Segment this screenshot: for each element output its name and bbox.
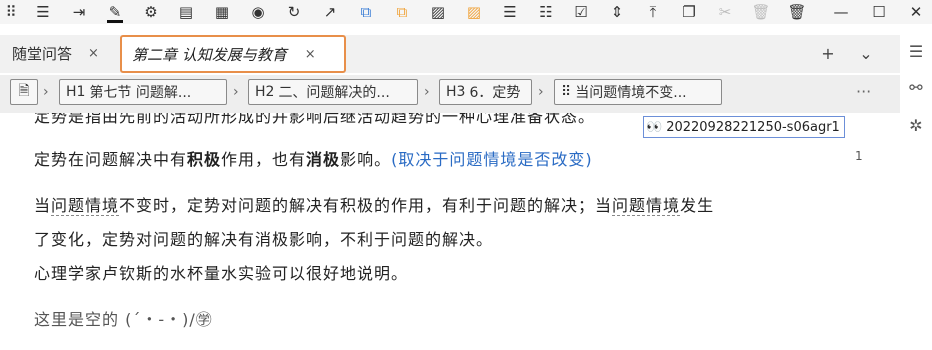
text: 定势在问题解决中有 (34, 150, 188, 169)
breadcrumb-text: 第七节 问题解... (89, 85, 192, 101)
tab-close-icon[interactable]: × (305, 47, 316, 62)
breadcrumb: 🗎 › H1 第七节 问题解... › H2 二、问题解决的... › H3 6… (0, 75, 900, 113)
text: 作用，也有 (221, 150, 307, 169)
breadcrumb-h3[interactable]: H3 6．定势 (439, 79, 532, 105)
tab-label: 第二章 认知发展与教育 (132, 45, 287, 64)
note-text: (取决于问题情境是否改变) (391, 150, 593, 169)
ref-count[interactable]: 1 (855, 149, 863, 163)
breadcrumb-h2[interactable]: H2 二、问题解决的... (248, 79, 418, 105)
tab-dropdown-icon[interactable]: ⌄ (854, 39, 878, 67)
text: 发生 (680, 196, 715, 215)
editor-content: 定势是指由先前的活动所形成的并影响后继活动趋势的一种心理准备状态。 👀 2022… (0, 113, 900, 350)
more-icon[interactable]: ··· (856, 82, 871, 101)
add-tab-button[interactable]: + (816, 39, 840, 67)
link-blue-icon[interactable]: ⧉ (355, 1, 377, 23)
external-link-icon[interactable]: ↗ (319, 1, 341, 23)
bold-text: 消极 (306, 150, 341, 169)
tab-random-qa[interactable]: 随堂问答 × (0, 35, 118, 71)
maximize-icon[interactable]: ☐ (868, 1, 890, 23)
right-dock: ☰ ⚯ ✲ (900, 35, 932, 350)
calendar-icon[interactable]: ▦ (211, 1, 233, 23)
document-icon[interactable]: 🗎 (10, 79, 38, 105)
breadcrumb-block[interactable]: ⠿ 当问题情境不变... (554, 79, 722, 105)
chevron-right-icon: › (424, 84, 430, 100)
minimize-icon[interactable]: — (830, 1, 852, 23)
breadcrumb-text: 当问题情境不变... (575, 85, 687, 101)
global-graph-icon[interactable]: ✲ (906, 115, 926, 135)
bullet-list-icon[interactable]: ☰ (499, 1, 521, 23)
text: 不变时，定势对问题的解决有积极的作用，有利于问题的解决；当 (119, 196, 613, 215)
cut-icon: ✂ (718, 2, 732, 21)
paragraph-2[interactable]: 当问题情境不变时，定势对问题的解决有积极的作用，有利于问题的解决；当问题情境发生 (34, 192, 714, 216)
outline-icon[interactable]: ☰ (906, 41, 926, 61)
align-center-icon[interactable]: ⇕ (606, 1, 628, 23)
top-toolbar: ⠿ ☰ ⇥ ✎ ⚙ ▤ ▦ ◉ ↻ ↗ ⧉ ⧉ ▨ ▨ ☰ ☷ ☑ ⇕ ⤒ ❐ … (0, 0, 932, 24)
tab-label: 随堂问答 (12, 44, 73, 63)
checklist-icon[interactable]: ☷ (535, 1, 557, 23)
breadcrumb-text: 二、问题解决的... (278, 85, 390, 101)
tab-chapter-two[interactable]: 第二章 认知发展与教育 × (120, 35, 346, 73)
indent-icon[interactable]: ⇥ (68, 1, 90, 23)
tab-bar: 随堂问答 × 第二章 认知发展与教育 × + ⌄ (0, 35, 900, 73)
grid-icon[interactable]: ⠿ (0, 1, 22, 23)
tab-close-icon[interactable]: × (88, 46, 99, 61)
bold-text: 积极 (187, 150, 222, 169)
refresh-icon[interactable]: ↻ (283, 1, 305, 23)
term-text: 问题情境 (612, 196, 681, 216)
copy-icon[interactable]: ❐ (678, 1, 700, 23)
chevron-right-icon: › (233, 84, 239, 100)
image-icon[interactable]: ▨ (427, 1, 449, 23)
paragraph-1[interactable]: 定势在问题解决中有积极作用，也有消极影响。(取决于问题情境是否改变) (34, 146, 593, 170)
close-icon[interactable]: ✕ (905, 1, 927, 23)
cut-off-line: 定势是指由先前的活动所形成的并影响后继活动趋势的一种心理准备状态。 (34, 113, 596, 126)
breadcrumb-h1[interactable]: H1 第七节 问题解... (59, 79, 227, 105)
heading-level: H2 (255, 84, 275, 100)
term-text: 问题情境 (51, 196, 120, 216)
heading-level: H3 (446, 84, 466, 100)
graph-icon[interactable]: ⚯ (906, 77, 926, 97)
checkbox-icon[interactable]: ☑ (570, 1, 592, 23)
breadcrumb-text: 6．定势 (469, 85, 521, 101)
chevron-right-icon: › (538, 84, 544, 100)
eyes-icon: 👀 (646, 119, 663, 135)
block-ref-tag[interactable]: 👀 20220928221250-s06agr1 (643, 116, 845, 138)
link-orange-icon[interactable]: ⧉ (391, 1, 413, 23)
bug-icon[interactable]: ⚙ (140, 1, 162, 23)
radio-icon[interactable]: ◉ (247, 1, 269, 23)
heading-level: H1 (66, 84, 86, 100)
text: 当 (34, 196, 52, 215)
image-orange-icon[interactable]: ▨ (463, 1, 485, 23)
block-grid-icon: ⠿ (561, 84, 572, 100)
trash-disabled-icon: 🗑 (751, 2, 771, 21)
paragraph-3[interactable]: 心理学家卢钦斯的水杯量水实验可以很好地说明。 (34, 260, 408, 284)
highlight-icon[interactable]: ✎ (104, 1, 126, 23)
text: 影响。 (340, 150, 392, 169)
list-box-icon[interactable]: ▤ (175, 1, 197, 23)
paragraph-2-line-2[interactable]: 了变化，定势对问题的解决有消极影响，不利于问题的解决。 (34, 226, 493, 250)
sort-icon[interactable]: ☰ (32, 1, 54, 23)
vertical-align-icon[interactable]: ⤒ (642, 1, 664, 23)
trash-icon[interactable]: 🗑 (786, 1, 808, 23)
chevron-right-icon: › (43, 84, 49, 100)
paragraph-4[interactable]: 这里是空的 (´・-・)/㊫ (34, 306, 213, 330)
tag-label: 20220928221250-s06agr1 (666, 119, 840, 135)
